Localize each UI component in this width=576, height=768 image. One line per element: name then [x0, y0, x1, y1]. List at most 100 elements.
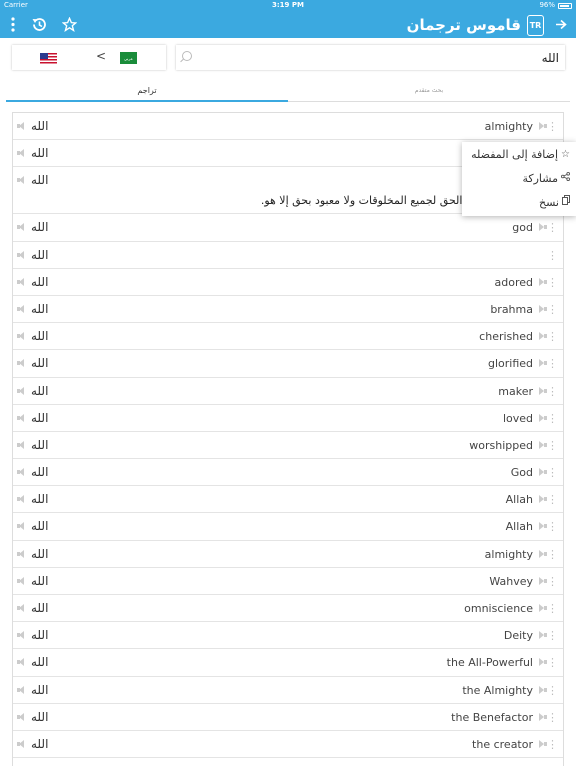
result-row[interactable]: ⋮ god الله	[13, 214, 563, 242]
arrow-right-icon[interactable]	[552, 11, 570, 38]
search-input[interactable]	[239, 45, 559, 70]
result-row[interactable]: ⋮ brahma الله	[13, 296, 563, 324]
speaker-icon[interactable]	[17, 522, 26, 531]
result-row[interactable]: ⋮ the All-Powerful الله	[13, 649, 563, 677]
speaker-icon[interactable]	[17, 332, 26, 341]
speaker-icon[interactable]	[538, 685, 547, 694]
result-row[interactable]: ⋮ Allah الله	[13, 486, 563, 514]
speaker-icon[interactable]	[17, 386, 26, 395]
speaker-icon[interactable]	[538, 658, 547, 667]
speaker-icon[interactable]	[538, 304, 547, 313]
speaker-icon[interactable]	[538, 495, 547, 504]
row-menu-icon[interactable]: ⋮	[547, 459, 558, 486]
speaker-icon[interactable]	[17, 440, 26, 449]
row-menu-icon[interactable]: ⋮	[547, 486, 558, 513]
result-row[interactable]: ⋮ Wahvey الله	[13, 568, 563, 595]
speaker-icon[interactable]	[17, 495, 26, 504]
row-menu-icon[interactable]: ⋮	[547, 704, 558, 731]
result-row[interactable]: ⋮ worshipped الله	[13, 432, 563, 460]
more-vert-icon[interactable]	[4, 11, 22, 38]
menu-item-copy[interactable]: نسخ	[539, 191, 570, 215]
row-menu-icon[interactable]: ⋮	[547, 350, 558, 377]
search-icon[interactable]	[182, 51, 192, 61]
speaker-icon[interactable]	[17, 223, 26, 232]
row-menu-icon[interactable]: ⋮	[547, 214, 558, 241]
result-row[interactable]: ⋮ loved الله	[13, 405, 563, 432]
search-bar[interactable]	[176, 45, 565, 70]
result-row[interactable]: ⋮ almighty الله	[13, 113, 563, 141]
speaker-icon[interactable]	[538, 739, 547, 748]
menu-item-share[interactable]: مشاركة	[522, 167, 570, 191]
row-menu-icon[interactable]: ⋮	[547, 432, 558, 459]
tab-advanced-search[interactable]: بحث متقدم	[288, 82, 570, 102]
row-menu-icon[interactable]: ⋮	[547, 677, 558, 704]
speaker-icon[interactable]	[17, 250, 26, 259]
row-menu-icon[interactable]: ⋮	[547, 296, 558, 323]
speaker-icon[interactable]	[538, 631, 547, 640]
row-menu-icon[interactable]: ⋮	[547, 541, 558, 568]
row-menu-icon[interactable]: ⋮	[547, 269, 558, 296]
speaker-icon[interactable]	[17, 631, 26, 640]
result-row[interactable]: ⋮ almighty الله	[13, 541, 563, 568]
us-flag-icon[interactable]	[40, 53, 57, 64]
speaker-icon[interactable]	[17, 122, 26, 130]
speaker-icon[interactable]	[538, 440, 547, 449]
speaker-icon[interactable]	[538, 277, 547, 286]
language-direction-separator[interactable]: <	[96, 49, 106, 63]
result-row[interactable]: ⋮ الله	[13, 242, 563, 269]
speaker-icon[interactable]	[17, 604, 26, 612]
speaker-icon[interactable]	[538, 604, 547, 612]
speaker-icon[interactable]	[538, 413, 547, 422]
tab-translations[interactable]: تراجم	[6, 82, 288, 102]
language-selector[interactable]: < عربي	[12, 45, 166, 70]
speaker-icon[interactable]	[538, 386, 547, 395]
row-menu-icon[interactable]: ⋮	[547, 323, 558, 350]
row-menu-icon[interactable]: ⋮	[547, 513, 558, 540]
speaker-icon[interactable]	[538, 522, 547, 531]
result-row[interactable]: ⋮ God الله	[13, 459, 563, 487]
speaker-icon[interactable]	[17, 685, 26, 694]
sa-flag-icon[interactable]: عربي	[120, 52, 137, 64]
row-menu-icon[interactable]: ⋮	[547, 731, 558, 758]
row-menu-icon[interactable]: ⋮	[547, 113, 558, 140]
row-menu-icon[interactable]: ⋮	[547, 595, 558, 622]
result-row[interactable]: ⋮ maker الله	[13, 378, 563, 405]
menu-item-add-favorite[interactable]: ☆ إضافة إلى المفضله	[471, 143, 570, 167]
speaker-icon[interactable]	[17, 277, 26, 286]
speaker-icon[interactable]	[17, 739, 26, 748]
result-row[interactable]: ⋮ the creator الله	[13, 731, 563, 759]
speaker-icon[interactable]	[17, 658, 26, 667]
result-row[interactable]: ⋮ Allah الله	[13, 513, 563, 541]
row-menu-icon[interactable]: ⋮	[547, 378, 558, 405]
speaker-icon[interactable]	[17, 359, 26, 368]
result-row[interactable]: ⋮ adored الله	[13, 269, 563, 296]
result-row[interactable]: ⋮ the Benefactor الله	[13, 704, 563, 731]
result-row[interactable]: ⋮ glorified الله	[13, 350, 563, 378]
result-row[interactable]: ⋮ omniscience الله	[13, 595, 563, 623]
speaker-icon[interactable]	[17, 712, 26, 721]
row-menu-icon[interactable]: ⋮	[547, 622, 558, 649]
speaker-icon[interactable]	[17, 304, 26, 313]
speaker-icon[interactable]	[538, 712, 547, 721]
speaker-icon[interactable]	[17, 549, 26, 558]
speaker-icon[interactable]	[538, 359, 547, 368]
speaker-icon[interactable]	[538, 468, 547, 477]
history-icon[interactable]	[28, 11, 50, 38]
result-row[interactable]: ⋮ cherished الله	[13, 323, 563, 351]
speaker-icon[interactable]	[17, 149, 26, 158]
speaker-icon[interactable]	[538, 549, 547, 558]
row-menu-icon[interactable]: ⋮	[547, 405, 558, 432]
row-menu-icon[interactable]: ⋮	[547, 242, 558, 269]
speaker-icon[interactable]	[17, 176, 26, 185]
speaker-icon[interactable]	[538, 223, 547, 232]
speaker-icon[interactable]	[538, 576, 547, 585]
speaker-icon[interactable]	[538, 332, 547, 341]
speaker-icon[interactable]	[17, 576, 26, 585]
result-row[interactable]: ⋮ the Almighty الله	[13, 677, 563, 704]
speaker-icon[interactable]	[17, 468, 26, 477]
speaker-icon[interactable]	[17, 413, 26, 422]
row-menu-icon[interactable]: ⋮	[547, 568, 558, 595]
result-row[interactable]: ⋮ Deity الله	[13, 622, 563, 650]
star-icon[interactable]	[58, 11, 80, 38]
row-menu-icon[interactable]: ⋮	[547, 649, 558, 676]
